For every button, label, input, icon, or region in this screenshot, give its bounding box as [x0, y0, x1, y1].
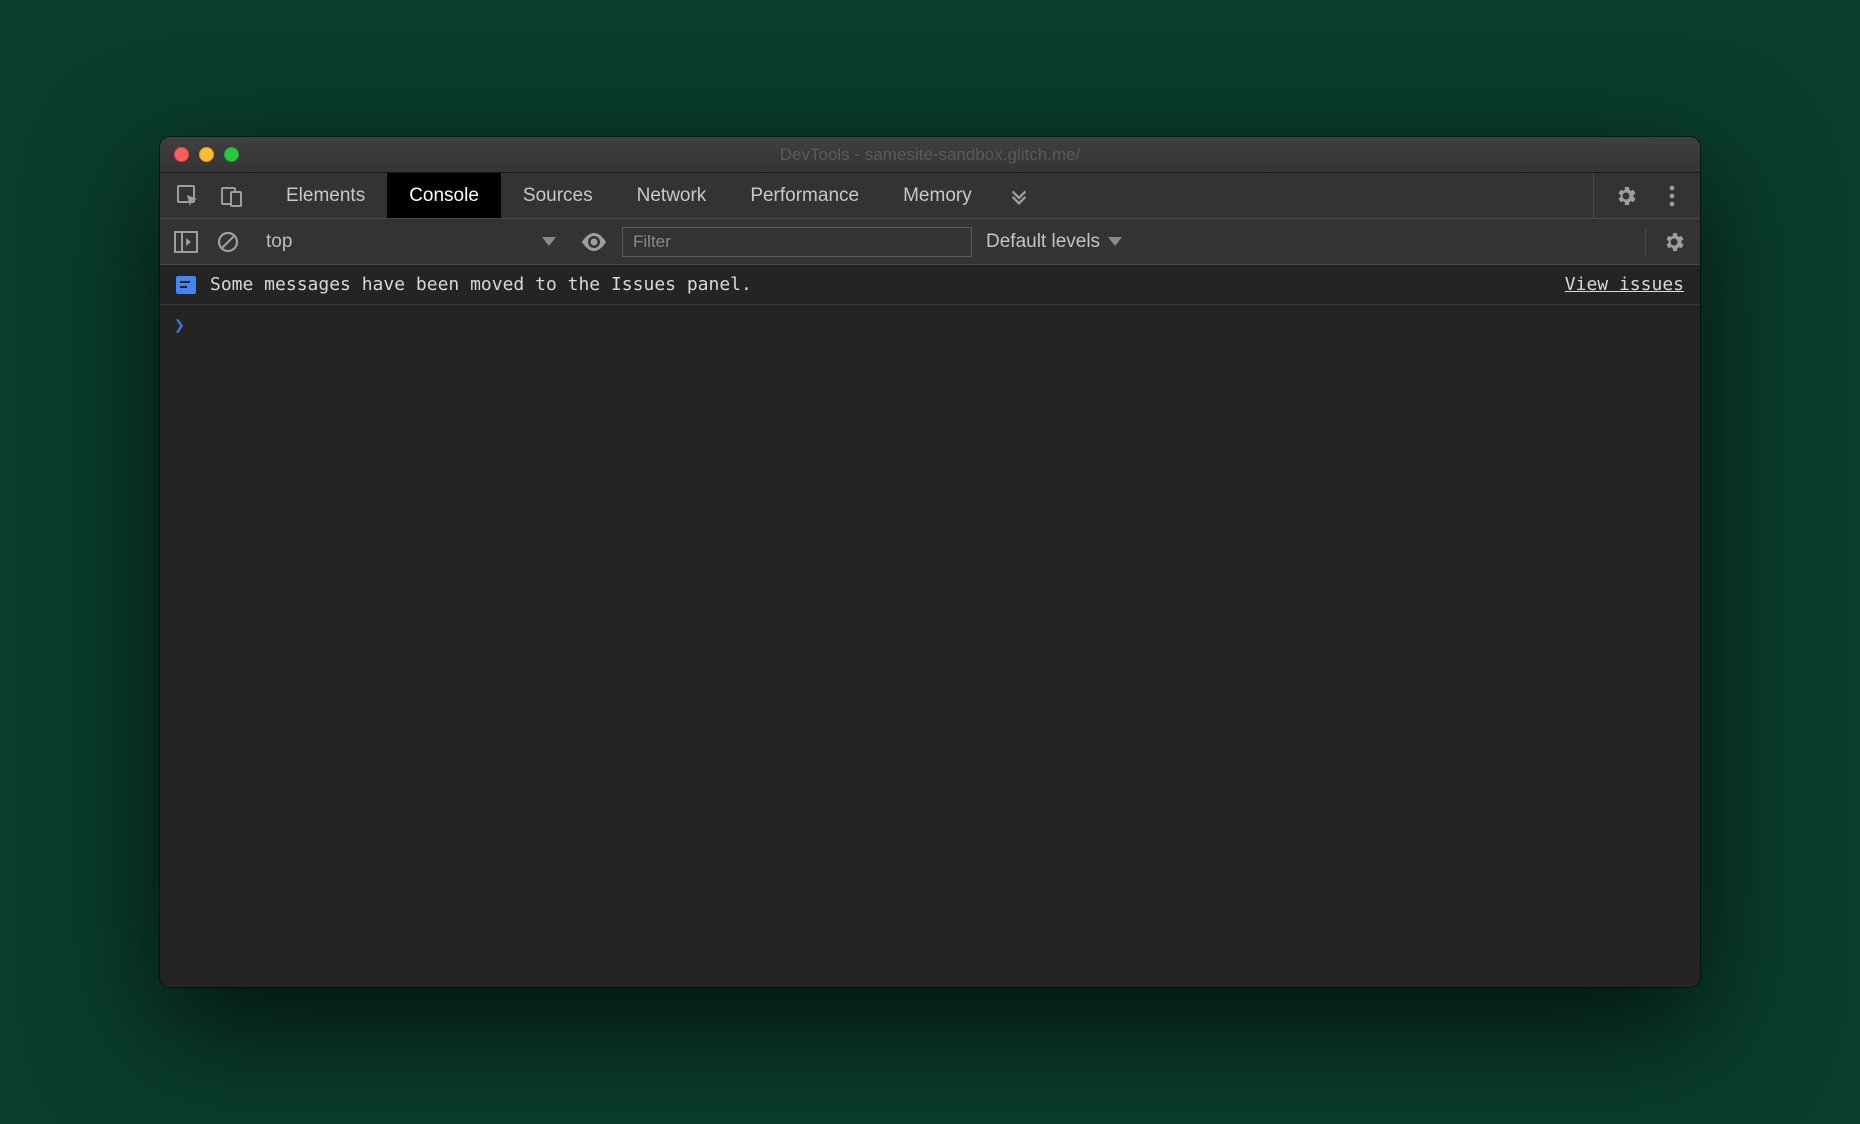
issues-bar: Some messages have been moved to the Iss…	[160, 265, 1700, 305]
context-selector[interactable]: top	[256, 231, 566, 253]
console-prompt-icon: ❯	[174, 315, 185, 336]
log-levels-label: Default levels	[986, 231, 1100, 253]
console-toolbar: top Default levels	[160, 219, 1700, 265]
window-title: DevTools - samesite-sandbox.glitch.me/	[160, 145, 1700, 165]
tabs: Elements Console Sources Network Perform…	[264, 173, 994, 218]
tabbar-leading-icons	[160, 173, 264, 218]
settings-icon[interactable]	[1612, 182, 1640, 210]
filter-input[interactable]	[622, 227, 972, 257]
issues-icon	[176, 276, 196, 294]
devtools-window: DevTools - samesite-sandbox.glitch.me/ E…	[160, 137, 1700, 987]
chevron-down-icon	[1108, 237, 1122, 246]
traffic-lights	[174, 147, 239, 162]
issues-message: Some messages have been moved to the Iss…	[210, 274, 752, 295]
maximize-button[interactable]	[224, 147, 239, 162]
tabbar-trailing	[1593, 173, 1700, 218]
tab-network[interactable]: Network	[615, 173, 729, 218]
inspect-element-icon[interactable]	[174, 182, 202, 210]
view-issues-link[interactable]: View issues	[1565, 274, 1684, 295]
live-expression-icon[interactable]	[580, 228, 608, 256]
tabs-overflow-button[interactable]	[994, 173, 1044, 218]
tab-performance[interactable]: Performance	[728, 173, 881, 218]
context-selector-value: top	[266, 231, 292, 253]
minimize-button[interactable]	[199, 147, 214, 162]
console-settings-icon[interactable]	[1660, 228, 1688, 256]
device-toolbar-icon[interactable]	[218, 182, 246, 210]
tab-memory[interactable]: Memory	[881, 173, 994, 218]
tabbar: Elements Console Sources Network Perform…	[160, 173, 1700, 219]
close-button[interactable]	[174, 147, 189, 162]
sidebar-toggle-icon[interactable]	[172, 228, 200, 256]
console-toolbar-trailing	[1645, 228, 1688, 256]
chevron-down-icon	[542, 237, 556, 246]
titlebar: DevTools - samesite-sandbox.glitch.me/	[160, 137, 1700, 173]
console-body[interactable]: ❯	[160, 305, 1700, 987]
clear-console-icon[interactable]	[214, 228, 242, 256]
more-menu-icon[interactable]	[1658, 182, 1686, 210]
tab-elements[interactable]: Elements	[264, 173, 387, 218]
tab-console[interactable]: Console	[387, 173, 501, 218]
tab-sources[interactable]: Sources	[501, 173, 615, 218]
log-levels-selector[interactable]: Default levels	[986, 231, 1122, 253]
